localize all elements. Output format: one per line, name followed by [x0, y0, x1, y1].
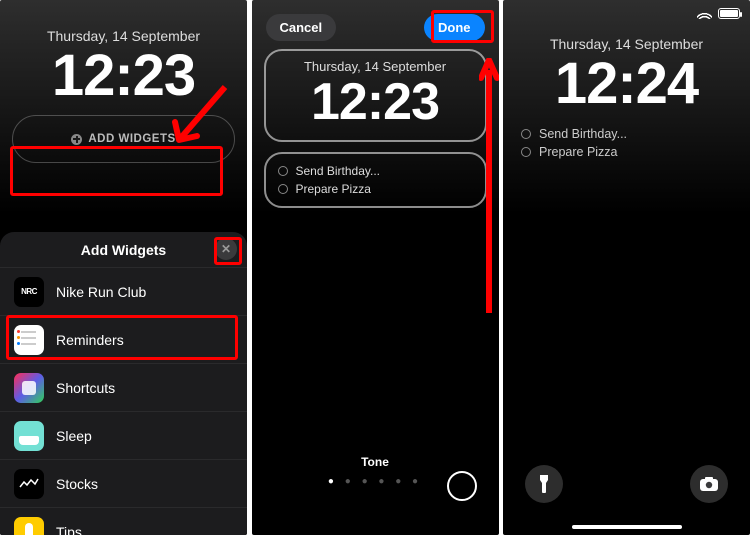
widget-label: Nike Run Club	[56, 284, 146, 300]
done-button[interactable]: Done	[424, 14, 485, 41]
lock-time: 12:23	[266, 72, 485, 132]
checkbox-icon	[278, 166, 288, 176]
widget-row-tips[interactable]: Tips	[0, 507, 247, 535]
checkbox-icon	[278, 184, 288, 194]
lock-time: 12:24	[503, 50, 750, 117]
widget-label: Sleep	[56, 428, 92, 444]
reminders-icon	[14, 325, 44, 355]
widget-label: Stocks	[56, 476, 98, 492]
edit-topbar: Cancel Done	[252, 0, 499, 41]
screen-1-lockscreen-edit: Thursday, 14 September 12:23 ADD WIDGETS…	[0, 0, 247, 535]
sheet-title: Add Widgets	[81, 242, 166, 258]
home-indicator[interactable]	[572, 525, 682, 529]
add-widgets-button[interactable]: ADD WIDGETS	[12, 115, 235, 163]
camera-icon	[699, 476, 719, 492]
widget-row-shortcuts[interactable]: Shortcuts	[0, 363, 247, 411]
battery-icon	[718, 8, 740, 19]
nrc-icon: NRC	[14, 277, 44, 307]
widget-row-reminders[interactable]: Reminders	[0, 315, 247, 363]
reminder-text: Send Birthday...	[539, 127, 627, 141]
clock-edit-frame[interactable]: Thursday, 14 September 12:23	[264, 49, 487, 142]
reminder-item: Prepare Pizza	[521, 143, 732, 161]
sleep-icon	[14, 421, 44, 451]
wifi-icon	[697, 8, 712, 19]
tone-label: Tone	[252, 455, 499, 469]
screen-3-lockscreen-live: Thursday, 14 September 12:24 Send Birthd…	[503, 0, 750, 535]
reminder-item: Send Birthday...	[521, 125, 732, 143]
widget-label: Tips	[56, 524, 82, 536]
add-widgets-label: ADD WIDGETS	[88, 133, 175, 145]
add-widgets-sheet: Add Widgets ✕ NRC Nike Run Club Reminder…	[0, 232, 247, 535]
widget-label: Shortcuts	[56, 380, 115, 396]
sheet-header: Add Widgets ✕	[0, 232, 247, 267]
widget-row-stocks[interactable]: Stocks	[0, 459, 247, 507]
screen-2-lockscreen-edit-done: Cancel Done Thursday, 14 September 12:23…	[252, 0, 499, 535]
reminder-text: Prepare Pizza	[539, 145, 618, 159]
checkbox-icon	[521, 129, 531, 139]
widget-label: Reminders	[56, 332, 124, 348]
plus-icon	[71, 134, 82, 145]
widget-row-sleep[interactable]: Sleep	[0, 411, 247, 459]
reminder-text: Prepare Pizza	[296, 182, 371, 196]
status-bar-right	[697, 8, 740, 19]
flashlight-button[interactable]	[525, 465, 563, 503]
flashlight-icon	[537, 474, 551, 494]
widgets-edit-frame[interactable]: Send Birthday... Prepare Pizza	[264, 152, 487, 208]
camera-button[interactable]	[690, 465, 728, 503]
cancel-button[interactable]: Cancel	[266, 14, 337, 41]
stocks-icon	[14, 469, 44, 499]
widget-row-nike-run-club[interactable]: NRC Nike Run Club	[0, 267, 247, 315]
lock-time: 12:23	[0, 42, 247, 109]
wallpaper-selector-ring[interactable]	[447, 471, 477, 501]
shortcuts-icon	[14, 373, 44, 403]
reminder-text: Send Birthday...	[296, 164, 381, 178]
tips-icon	[14, 517, 44, 536]
checkbox-icon	[521, 147, 531, 157]
close-button[interactable]: ✕	[215, 238, 237, 260]
reminder-item: Prepare Pizza	[278, 180, 473, 198]
reminder-item: Send Birthday...	[278, 162, 473, 180]
reminders-widget[interactable]: Send Birthday... Prepare Pizza	[515, 123, 738, 163]
close-icon: ✕	[221, 242, 231, 256]
